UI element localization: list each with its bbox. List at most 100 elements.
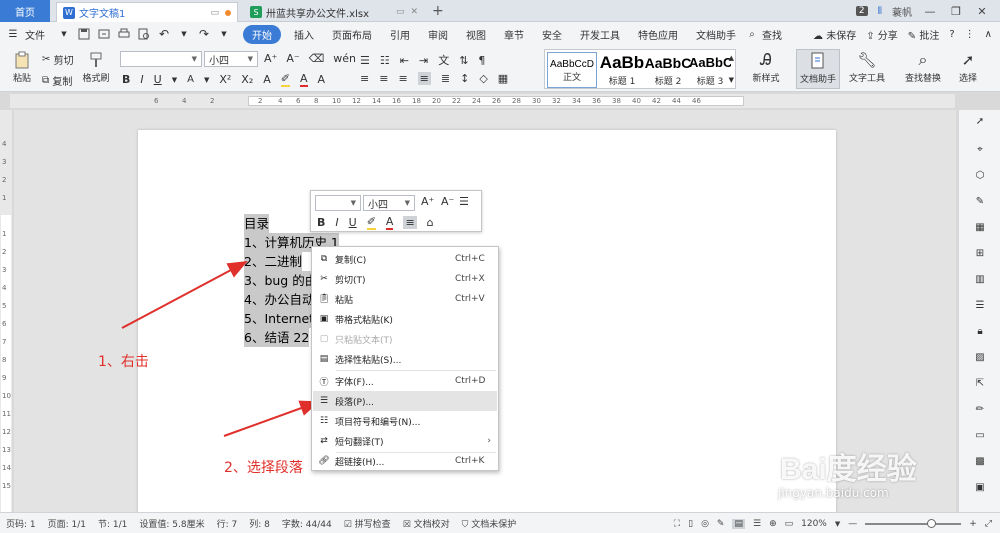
format-painter-icon[interactable]: ⌂: [427, 216, 434, 229]
menu-item-paste-special[interactable]: ▤ 选择性粘贴(S)...: [313, 349, 497, 369]
spell-check-icon: ☑: [343, 519, 352, 530]
grow-font-icon[interactable]: A⁺: [421, 195, 434, 208]
menu-item-paste-format[interactable]: ▣ 带格式粘贴(K): [313, 309, 497, 329]
status-setting[interactable]: 设置值: 5.8厘米: [133, 517, 210, 530]
status-page-number[interactable]: 页码: 1: [0, 517, 42, 530]
menu-item-label: 超链接(H)...: [335, 457, 385, 468]
link-icon: 🔗︎: [318, 456, 330, 466]
menu-item-label: 复制(C): [335, 255, 367, 266]
menu-item-hyperlink[interactable]: 🔗︎ 超链接(H)... Ctrl+K: [313, 451, 497, 471]
menu-item-label: 段落(P)...: [335, 397, 375, 408]
status-pages[interactable]: 页面: 1/1: [42, 517, 92, 530]
scissors-icon: ✂: [320, 274, 328, 284]
submenu-arrow-icon: ›: [487, 436, 491, 446]
settings-sliders-icon[interactable]: ☰: [973, 298, 987, 312]
mini-font-name-select[interactable]: ▼: [315, 195, 361, 211]
copy-icon: ⧉: [320, 254, 328, 264]
mini-format-tools: B I U ✐ A ≡ ⌂: [317, 215, 434, 230]
menu-item-font[interactable]: Ⓣ 字体(F)... Ctrl+D: [313, 371, 497, 391]
font-color-icon[interactable]: A: [385, 215, 394, 230]
outline-view-icon[interactable]: ☰: [753, 519, 761, 529]
align-justify-icon[interactable]: ≡: [403, 216, 417, 229]
line-spacing-icon[interactable]: ☰: [459, 195, 469, 208]
fit-page-icon[interactable]: ⤢: [985, 519, 992, 529]
write-mode-icon[interactable]: ✎: [717, 519, 725, 529]
zoom-value[interactable]: 120%: [801, 519, 827, 529]
menu-item-shortcut: Ctrl+X: [455, 274, 485, 284]
italic-icon[interactable]: I: [335, 216, 338, 229]
web-view-icon[interactable]: ⊕: [769, 519, 777, 529]
status-word-count[interactable]: 字数: 44/44: [276, 517, 338, 530]
menu-item-shortcut: Ctrl+D: [455, 376, 486, 386]
style-icon[interactable]: ✎: [973, 194, 987, 208]
baidu-watermark: Bai度经验 jingyan.baidu.com: [760, 422, 960, 507]
chevron-down-icon: ▼: [404, 199, 410, 207]
edit-icon[interactable]: ✏: [973, 402, 987, 416]
zoom-dropdown-icon[interactable]: ▼: [835, 520, 840, 528]
menu-item-copy[interactable]: ⧉ 复制(C) Ctrl+C: [313, 249, 497, 269]
step2-annotation: 2、选择段落: [224, 460, 303, 476]
page-view-icon[interactable]: ▤: [732, 518, 745, 529]
status-section[interactable]: 节: 1/1: [92, 517, 133, 530]
menu-item-label: 剪切(T): [335, 275, 366, 286]
mini-font-size-select[interactable]: 小四 ▼: [363, 195, 415, 211]
underline-icon[interactable]: U: [349, 216, 357, 229]
status-bar: 页码: 1 页面: 1/1 节: 1/1 设置值: 5.8厘米 行: 7 列: …: [0, 512, 1000, 533]
dual-page-icon[interactable]: ▭: [785, 519, 794, 529]
photo-icon[interactable]: ▣: [973, 480, 987, 494]
menu-item-translate[interactable]: ⇄ 短句翻译(T) ›: [313, 431, 497, 451]
menu-item-shortcut: Ctrl+V: [455, 294, 485, 304]
chart-icon[interactable]: ▥: [973, 272, 987, 286]
paragraph-icon: ☰: [319, 396, 329, 406]
zoom-slider-knob[interactable]: [926, 518, 936, 528]
lock-icon[interactable]: 🔒︎: [973, 324, 987, 338]
protection-button[interactable]: ⛉ 文档未保护: [456, 517, 523, 530]
arrow-to-paragraph: [223, 400, 320, 437]
arrow-to-selection: [121, 261, 248, 329]
paste-special-icon: ▤: [319, 354, 329, 364]
shapes-icon[interactable]: ⬡: [973, 168, 987, 182]
bullets-icon: ☷: [319, 416, 329, 426]
menu-item-paste[interactable]: 📋︎ 粘贴 Ctrl+V: [313, 289, 497, 309]
proofread-label: 文档校对: [413, 519, 450, 530]
menu-item-label: 字体(F)...: [335, 377, 374, 388]
menu-item-label: 选择性粘贴(S)...: [335, 355, 402, 366]
proofread-button[interactable]: ☒ 文档校对: [397, 517, 456, 530]
status-row[interactable]: 行: 7: [211, 517, 244, 530]
mini-toolbar: ▼ 小四 ▼ A⁺ A⁻ ☰ B I U ✐ A ≡ ⌂: [310, 190, 482, 232]
menu-item-label: 带格式粘贴(K): [335, 315, 393, 326]
shield-icon: ⛉: [461, 519, 469, 530]
mini-font-size-value: 小四: [368, 199, 388, 211]
picture-icon[interactable]: ▩: [973, 454, 987, 468]
menu-item-paste-text: ▢ 只粘贴文本(T): [313, 329, 497, 349]
menu-item-bullets[interactable]: ☷ 项目符号和编号(N)...: [313, 411, 497, 431]
shrink-font-icon[interactable]: A⁻: [441, 195, 454, 208]
select-pointer-icon[interactable]: ➚: [973, 114, 987, 128]
read-mode-icon[interactable]: ▯: [688, 519, 693, 529]
menu-item-label: 项目符号和编号(N)...: [335, 417, 421, 428]
proofread-icon: ☒: [402, 519, 411, 530]
zoom-in-icon[interactable]: +: [969, 519, 977, 529]
eye-protect-icon[interactable]: ◎: [701, 519, 709, 529]
status-column[interactable]: 列: 8: [243, 517, 276, 530]
grid-icon[interactable]: ⊞: [973, 246, 987, 260]
watermark-brand: Bai度经验: [780, 453, 917, 486]
export-icon[interactable]: ⇱: [973, 376, 987, 390]
watermark-url: jingyan.baidu.com: [778, 486, 889, 500]
fullscreen-icon[interactable]: ⛶: [674, 519, 680, 529]
highlight-icon[interactable]: ✐: [366, 215, 376, 230]
spell-check-button[interactable]: ☑ 拼写检查: [338, 517, 397, 530]
context-menu: ⧉ 复制(C) Ctrl+C ✂ 剪切(T) Ctrl+X 📋︎ 粘贴 Ctrl…: [311, 246, 499, 471]
font-icon: Ⓣ: [319, 377, 329, 388]
image-icon[interactable]: ▨: [973, 350, 987, 364]
step1-annotation: 1、右击: [98, 354, 149, 370]
menu-item-cut[interactable]: ✂ 剪切(T) Ctrl+X: [313, 269, 497, 289]
comment-icon[interactable]: ▭: [973, 428, 987, 442]
table-icon[interactable]: ▦: [973, 220, 987, 234]
menu-item-paragraph[interactable]: ☰ 段落(P)...: [313, 391, 497, 411]
menu-item-label: 短句翻译(T): [335, 437, 384, 448]
zoom-slider[interactable]: [865, 518, 962, 528]
zoom-out-icon[interactable]: —: [848, 519, 857, 529]
bold-icon[interactable]: B: [317, 216, 325, 229]
location-icon[interactable]: ⌖: [973, 142, 987, 156]
